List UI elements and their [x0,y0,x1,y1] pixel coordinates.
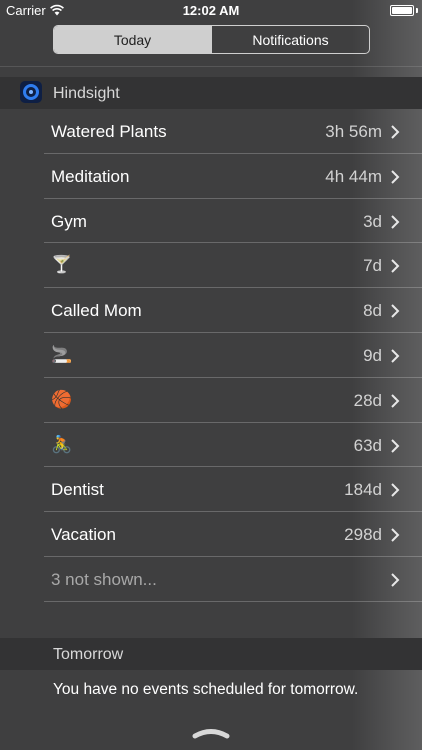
app-icon-dot [29,90,33,94]
item-elapsed: 184d [344,480,382,500]
pull-up-handle-icon[interactable] [192,726,230,740]
list-item[interactable]: 🚬 9d [0,333,422,378]
cyclist-emoji-label: 🚴 [51,434,73,454]
tab-notifications[interactable]: Notifications [211,26,369,53]
item-label: Gym [51,211,87,231]
item-elapsed: 4h 44m [325,166,382,186]
chevron-right-icon [391,573,400,587]
item-elapsed: 63d [353,435,382,455]
item-elapsed: 3d [363,211,382,231]
chevron-right-icon [391,349,400,363]
divider [0,66,422,67]
item-elapsed: 28d [353,390,382,410]
chevron-right-icon [391,259,400,274]
item-label: Called Mom [51,301,142,321]
today-notifications-segmented-control: Today Notifications [53,25,370,54]
list-item[interactable]: 🚴 63d [0,423,422,468]
list-item[interactable]: Watered Plants 3h 56m [0,109,422,154]
cocktail-emoji-label: 🍸 [51,255,73,275]
chevron-right-icon [391,438,400,453]
widget-header[interactable]: Hindsight [0,77,422,109]
chevron-right-icon [391,528,400,542]
tomorrow-title: Tomorrow [53,646,124,663]
cigarette-emoji-label: 🚬 [51,344,73,364]
item-elapsed: 298d [344,525,382,545]
battery-fill [392,7,412,14]
not-shown-row[interactable]: 3 not shown... [0,557,422,602]
tomorrow-header[interactable]: Tomorrow [0,638,422,670]
tab-today-label: Today [113,31,152,48]
item-label: Vacation [51,525,116,545]
battery-icon [390,5,414,16]
chevron-right-icon [391,214,400,229]
basketball-emoji-label: 🏀 [51,389,73,409]
chevron-right-icon [391,125,400,139]
list-item[interactable]: 🍸 7d [0,243,422,288]
status-bar: Carrier 12:02 AM [0,0,422,22]
list-item[interactable]: Gym 3d [0,199,422,244]
hindsight-app-icon [20,81,42,103]
item-elapsed: 8d [363,301,382,321]
tab-notifications-label: Notifications [252,31,329,48]
battery-tip [416,8,418,13]
item-label: Meditation [51,166,130,186]
item-elapsed: 9d [363,345,382,365]
list-item[interactable]: Dentist 184d [0,467,422,512]
item-label: Dentist [51,480,104,500]
list-item[interactable]: Meditation 4h 44m [0,154,422,199]
item-elapsed: 7d [363,256,382,276]
chevron-right-icon [391,394,400,408]
chevron-right-icon [391,483,400,498]
tomorrow-message: You have no events scheduled for tomorro… [53,681,359,698]
chevron-right-icon [391,304,400,318]
list-item[interactable]: 🏀 28d [0,378,422,423]
widget-title: Hindsight [53,85,120,102]
list-item[interactable]: Called Mom 8d [0,288,422,333]
item-label: Watered Plants [51,122,167,141]
chevron-right-icon [391,170,400,184]
widget-item-list: Watered Plants 3h 56m Meditation 4h 44m … [0,109,422,602]
tab-today[interactable]: Today [54,26,211,53]
not-shown-label: 3 not shown... [51,569,157,589]
status-time: 12:02 AM [182,3,240,18]
list-item[interactable]: Vacation 298d [0,512,422,557]
item-elapsed: 3h 56m [325,122,382,141]
